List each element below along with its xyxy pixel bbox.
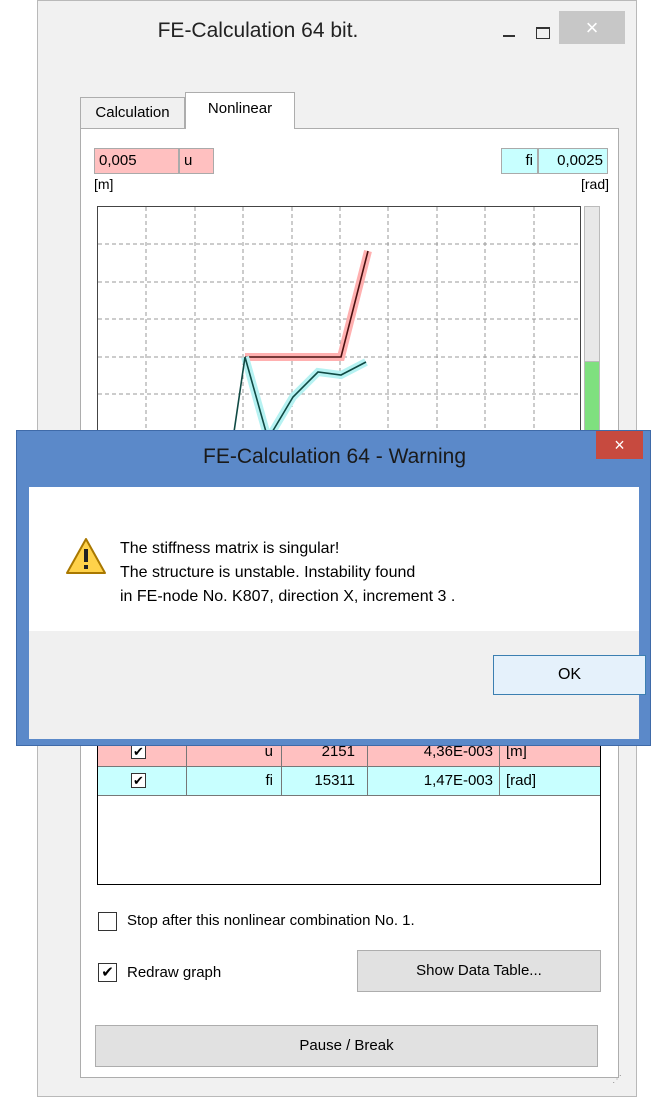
resize-grip-icon[interactable]: ⋰ — [612, 1075, 626, 1089]
results-table: ✔ u 2151 4,36E-003 [m] ✔ fi 15311 1,47E-… — [97, 737, 601, 885]
close-button[interactable]: × — [559, 11, 625, 44]
warning-icon — [66, 538, 106, 574]
redraw-graph-checkbox[interactable]: ✔ — [98, 963, 117, 982]
dialog-title: FE-Calculation 64 - Warning — [203, 445, 466, 468]
dialog-message: The stiffness matrix is singular! The st… — [120, 537, 455, 609]
fi-label: fi — [501, 148, 538, 174]
warning-dialog: FE-Calculation 64 - Warning × The stiffn… — [16, 430, 651, 746]
row-checkbox[interactable]: ✔ — [131, 773, 146, 788]
dialog-footer: OK — [29, 631, 646, 739]
ok-button[interactable]: OK — [493, 655, 646, 695]
dialog-message-line: The stiffness matrix is singular! — [120, 540, 340, 557]
row-checkbox[interactable]: ✔ — [131, 744, 146, 759]
maximize-icon — [536, 27, 550, 39]
dialog-message-line: The structure is unstable. Instability f… — [120, 564, 416, 581]
dialog-close-button[interactable]: × — [596, 431, 643, 459]
table-row[interactable]: ✔ fi 15311 1,47E-003 [rad] — [98, 767, 600, 796]
dialog-message-line: in FE-node No. K807, direction X, increm… — [120, 588, 456, 605]
row-name: fi — [187, 767, 282, 795]
show-data-table-button[interactable]: Show Data Table... — [357, 950, 601, 992]
tab-nonlinear[interactable]: Nonlinear — [185, 92, 295, 129]
dialog-body: The stiffness matrix is singular! The st… — [29, 487, 639, 631]
fi-value-field[interactable]: 0,0025 — [538, 148, 608, 174]
u-value-field[interactable]: 0,005 — [94, 148, 179, 174]
tab-calculation[interactable]: Calculation — [80, 97, 185, 128]
window-title: FE-Calculation 64 bit. — [157, 19, 359, 42]
pause-break-button[interactable]: Pause / Break — [95, 1025, 598, 1067]
row-value: 1,47E-003 — [368, 767, 500, 795]
row-unit: [rad] — [506, 772, 537, 789]
fi-series-band — [241, 355, 368, 450]
minimize-button[interactable] — [493, 15, 527, 49]
row-check-cell: ✔ — [98, 767, 187, 795]
redraw-graph-label: Redraw graph — [127, 964, 222, 981]
u-series-line — [245, 250, 369, 358]
u-series-band — [245, 250, 372, 361]
stop-after-checkbox[interactable] — [98, 912, 117, 931]
u-label: u — [179, 148, 214, 174]
title-bar: FE-Calculation 64 bit. × — [38, 1, 636, 69]
fi-unit: [rad] — [580, 176, 609, 192]
stop-after-label: Stop after this nonlinear combination No… — [127, 912, 415, 929]
minimize-icon — [503, 35, 515, 37]
u-unit: [m] — [94, 176, 114, 192]
maximize-button[interactable] — [525, 15, 559, 49]
row-count: 15311 — [282, 767, 368, 795]
